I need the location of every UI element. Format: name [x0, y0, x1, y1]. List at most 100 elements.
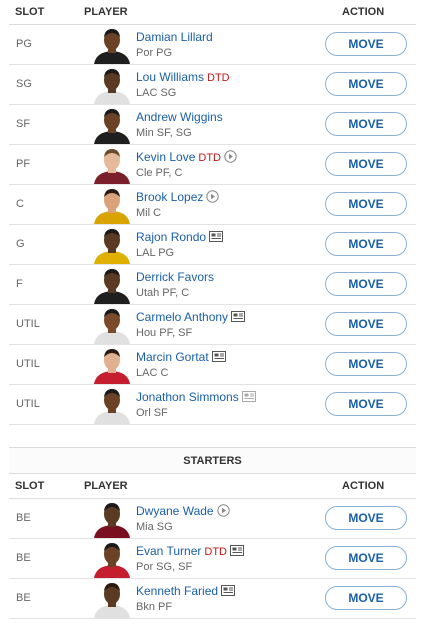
slot-label: F [16, 278, 23, 290]
table-row: SG Lou Williams DTD LAC SG MOVE [9, 65, 416, 105]
move-button[interactable]: MOVE [325, 232, 407, 256]
player-headshot [88, 348, 136, 384]
bench-group-label: STARTERS [183, 455, 242, 467]
table-row: C Brook Lopez Mil C MOVE [9, 185, 416, 225]
slot-label: UTIL [16, 398, 40, 410]
move-button[interactable]: MOVE [325, 352, 407, 376]
table-row: F Derrick Favors Utah PF, C MOVE [9, 265, 416, 305]
move-button[interactable]: MOVE [325, 32, 407, 56]
slot-label: BE [16, 592, 31, 604]
bench-header: SLOT PLAYER ACTION [9, 474, 416, 499]
move-button[interactable]: MOVE [325, 272, 407, 296]
team-position: LAL PG [136, 247, 175, 259]
move-button[interactable]: MOVE [325, 112, 407, 136]
player-name-line: Lou Williams DTD [136, 70, 230, 84]
slot-label: UTIL [16, 358, 40, 370]
team-position: Mil C [136, 207, 162, 219]
player-name-link[interactable]: Jonathon Simmons [136, 390, 239, 404]
header-action: ACTION [342, 480, 385, 492]
slot-label: BE [16, 552, 31, 564]
player-name-link[interactable]: Lou Williams [136, 70, 204, 84]
move-button[interactable]: MOVE [325, 392, 407, 416]
team-position: Por SG, SF [136, 561, 193, 573]
player-name-line: Dwyane Wade [136, 504, 230, 520]
roster-table: SLOT PLAYER ACTION PG Damian Lillard Por P… [9, 0, 416, 425]
player-headshot [88, 502, 136, 538]
table-row: SF Andrew Wiggins Min SF, SG MOVE [9, 105, 416, 145]
team-position: Mia SG [136, 521, 173, 533]
slot-label: G [16, 238, 25, 250]
player-name-link[interactable]: Brook Lopez [136, 190, 203, 204]
move-button[interactable]: MOVE [325, 312, 407, 336]
slot-label: PF [16, 158, 31, 170]
table-row: UTIL Carmelo Anthony Hou PF, SF MOVE [9, 305, 416, 345]
player-headshot [88, 268, 136, 304]
table-row: UTIL Jonathon Simmons Orl SF MOVE [9, 385, 416, 425]
team-position: Bkn PF [136, 601, 173, 613]
news-icon[interactable] [231, 310, 246, 326]
player-name-line: Kevin Love DTD [136, 150, 237, 166]
move-button[interactable]: MOVE [325, 152, 407, 176]
player-name-line: Carmelo Anthony [136, 310, 246, 326]
team-position: LAC C [136, 367, 169, 379]
player-headshot [88, 388, 136, 424]
player-name-link[interactable]: Andrew Wiggins [136, 110, 223, 124]
news-icon[interactable] [211, 350, 226, 366]
player-name-line: Derrick Favors [136, 270, 214, 284]
injury-status: DTD [207, 72, 230, 84]
player-headshot [88, 582, 136, 618]
player-headshot [88, 108, 136, 144]
player-name-line: Kenneth Faried [136, 584, 236, 600]
header-player: PLAYER [84, 6, 128, 18]
move-button[interactable]: MOVE [325, 192, 407, 216]
news-icon[interactable] [229, 544, 244, 560]
table-row: BE Evan Turner DTD Por SG, SF MOVE [9, 539, 416, 579]
player-name-link[interactable]: Rajon Rondo [136, 230, 206, 244]
team-position: LAC SG [136, 87, 177, 99]
player-name-link[interactable]: Dwyane Wade [136, 504, 214, 518]
player-headshot [88, 228, 136, 264]
player-name-link[interactable]: Marcin Gortat [136, 350, 209, 364]
player-name-link[interactable]: Carmelo Anthony [136, 310, 228, 324]
video-icon[interactable] [224, 150, 237, 166]
table-row: PG Damian Lillard Por PG MOVE [9, 25, 416, 65]
news-icon[interactable] [221, 584, 236, 600]
move-button[interactable]: MOVE [325, 506, 407, 530]
player-name-link[interactable]: Evan Turner [136, 544, 201, 558]
team-position: Cle PF, C [136, 167, 183, 179]
player-headshot [88, 542, 136, 578]
news-icon[interactable] [209, 230, 224, 246]
video-icon[interactable] [206, 190, 220, 206]
player-name-link[interactable]: Derrick Favors [136, 270, 214, 284]
bench-table: STARTERS SLOT PLAYER ACTION BE Dwyane Wad… [9, 447, 416, 619]
team-position: Hou PF, SF [136, 327, 193, 339]
bench-rows: BE Dwyane Wade Mia SG MOVE BE Evan Turner DTD P… [9, 499, 416, 619]
table-row: PF Kevin Love DTD Cle PF, C MOVE [9, 145, 416, 185]
injury-status: DTD [198, 152, 221, 164]
move-button[interactable]: MOVE [325, 586, 407, 610]
player-name-link[interactable]: Damian Lillard [136, 30, 213, 44]
roster-header: SLOT PLAYER ACTION [9, 0, 416, 25]
player-headshot [88, 68, 136, 104]
team-position: Por PG [136, 47, 173, 59]
player-name-line: Jonathon Simmons [136, 390, 256, 406]
slot-label: BE [16, 512, 31, 524]
table-row: BE Dwyane Wade Mia SG MOVE [9, 499, 416, 539]
team-position: Utah PF, C [136, 287, 190, 299]
player-name-link[interactable]: Kevin Love [136, 150, 195, 164]
slot-label: SG [16, 78, 32, 90]
team-position: Orl SF [136, 407, 168, 419]
move-button[interactable]: MOVE [325, 546, 407, 570]
player-name-line: Andrew Wiggins [136, 110, 223, 124]
move-button[interactable]: MOVE [325, 72, 407, 96]
slot-label: UTIL [16, 318, 40, 330]
header-action: ACTION [342, 6, 385, 18]
player-name-line: Marcin Gortat [136, 350, 226, 366]
injury-status: DTD [204, 546, 227, 558]
header-slot: SLOT [15, 480, 45, 492]
table-row: G Rajon Rondo LAL PG MOVE [9, 225, 416, 265]
player-name-link[interactable]: Kenneth Faried [136, 584, 218, 598]
player-name-line: Damian Lillard [136, 30, 213, 44]
video-icon[interactable] [216, 504, 230, 520]
news-icon[interactable] [241, 390, 256, 406]
